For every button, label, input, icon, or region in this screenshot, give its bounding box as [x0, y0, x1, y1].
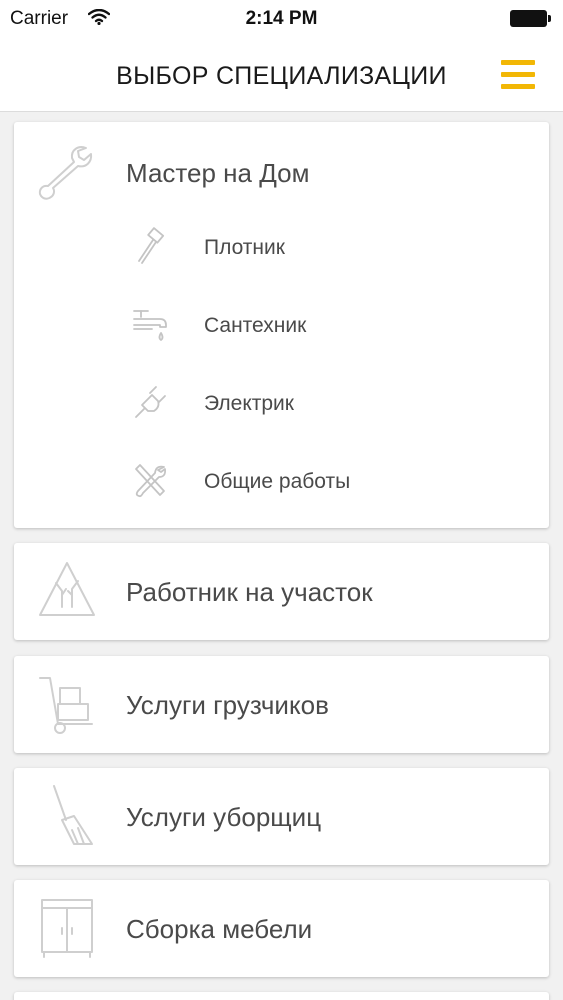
subitem-plotnik[interactable]: Плотник	[14, 216, 549, 278]
category-label: Работник на участок	[126, 577, 373, 607]
broom-icon	[34, 782, 100, 848]
cabinet-icon	[34, 894, 100, 960]
hammer-icon	[130, 227, 170, 267]
plug-icon	[130, 383, 170, 423]
category-label: Услуги грузчиков	[126, 690, 329, 720]
category-card-uborshchicy[interactable]: Услуги уборщиц	[14, 768, 549, 865]
category-label: Мастер на Дом	[126, 158, 310, 188]
category-card-rabotnik[interactable]: Работник на участок	[14, 543, 549, 640]
category-card-partial	[14, 992, 549, 1000]
category-label: Сборка мебели	[126, 914, 313, 944]
hamburger-menu-icon[interactable]	[494, 56, 542, 96]
category-card-master: Мастер на Дом Плотник Сантехник Электрик…	[14, 122, 549, 528]
hand-truck-icon	[34, 670, 100, 736]
nav-bar: ВЫБОР СПЕЦИАЛИЗАЦИИ	[0, 40, 563, 112]
category-card-sborka[interactable]: Сборка мебели	[14, 880, 549, 977]
status-time: 2:14 PM	[245, 8, 318, 29]
status-bar: Carrier 2:14 PM	[0, 0, 563, 40]
subitem-santehnik[interactable]: Сантехник	[14, 294, 549, 356]
subitem-label: Общие работы	[204, 470, 351, 493]
tools-icon	[130, 461, 170, 501]
category-label: Услуги уборщиц	[126, 802, 322, 832]
page-title: ВЫБОР СПЕЦИАЛИЗАЦИИ	[116, 62, 447, 90]
subitem-label: Сантехник	[204, 314, 307, 337]
battery-icon	[510, 10, 551, 27]
faucet-icon	[130, 305, 170, 345]
wrench-icon	[34, 140, 100, 206]
subitem-elektrik[interactable]: Электрик	[14, 372, 549, 434]
tree-sign-icon	[34, 557, 100, 623]
subitem-label: Плотник	[204, 236, 285, 259]
subitem-label: Электрик	[204, 392, 294, 415]
category-card-gruzchiki[interactable]: Услуги грузчиков	[14, 656, 549, 753]
category-master-header[interactable]: Мастер на Дом	[14, 122, 549, 222]
subitem-obshchie[interactable]: Общие работы	[14, 450, 549, 512]
